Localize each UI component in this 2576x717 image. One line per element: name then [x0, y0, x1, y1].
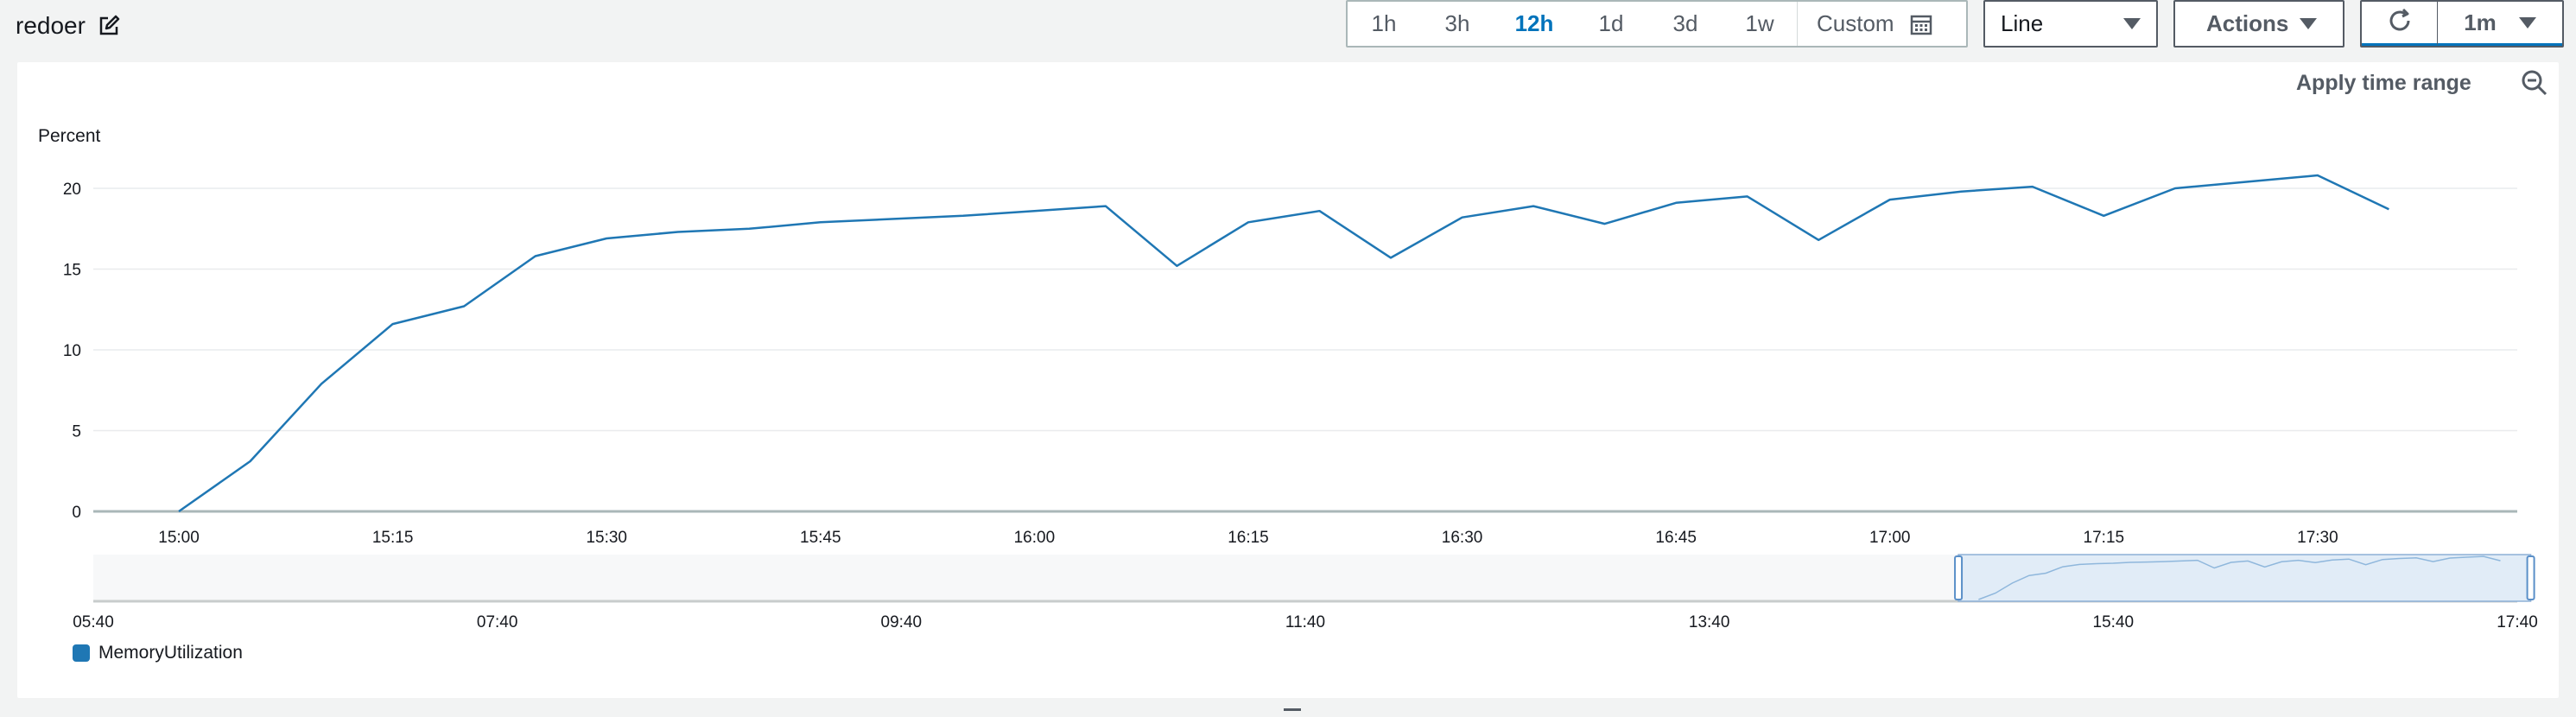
x-axis-ticks: 15:00 15:15 15:30 15:45 16:00 16:15 16:30 16:45…	[158, 529, 2338, 547]
x-tick-label: 16:00	[1014, 529, 1056, 547]
data-point[interactable]	[2383, 204, 2394, 214]
data-point[interactable]	[1742, 191, 1753, 201]
x-tick-label: 15:30	[586, 529, 627, 547]
data-point[interactable]	[2313, 170, 2323, 181]
x-tick-label: 17:15	[2084, 529, 2125, 547]
time-navigator[interactable]: 05:40 07:40 09:40 11:40 13:40 15:40 17:40	[73, 554, 2538, 631]
data-point[interactable]	[744, 224, 754, 234]
data-point[interactable]	[530, 251, 541, 262]
navigator-left-handle[interactable]	[1954, 555, 1964, 600]
data-point[interactable]	[1315, 206, 1325, 216]
data-point[interactable]	[2098, 211, 2109, 221]
data-point[interactable]	[174, 506, 184, 517]
y-tick-label: 0	[72, 504, 81, 522]
x-tick-label: 17:30	[2297, 529, 2338, 547]
series-layer	[174, 170, 2394, 517]
data-point[interactable]	[2170, 183, 2180, 194]
y-axis-ticks: 0 5 10 15 20	[63, 181, 81, 522]
data-point[interactable]	[2241, 177, 2251, 187]
data-point[interactable]	[1885, 194, 1895, 205]
y-axis-label: Percent	[38, 126, 101, 146]
data-point[interactable]	[1171, 261, 1182, 271]
series-line-memoryutilization	[178, 174, 2389, 513]
y-tick-label: 15	[63, 262, 81, 280]
y-tick-label: 10	[63, 342, 81, 360]
navigator-tick-label: 05:40	[73, 613, 114, 631]
data-point[interactable]	[815, 217, 826, 227]
x-tick-label: 16:15	[1228, 529, 1269, 547]
data-point[interactable]	[316, 378, 327, 389]
data-point[interactable]	[1029, 206, 1039, 216]
navigator-tick-label: 07:40	[477, 613, 518, 631]
data-point[interactable]	[245, 456, 256, 466]
y-tick-label: 5	[72, 423, 81, 441]
data-point[interactable]	[1528, 201, 1539, 212]
x-tick-label: 17:00	[1869, 529, 1911, 547]
data-point[interactable]	[1671, 198, 1681, 208]
navigator-tick-label: 11:40	[1285, 613, 1325, 631]
data-point[interactable]	[388, 319, 398, 329]
data-point[interactable]	[1386, 252, 1396, 263]
navigator-tick-label: 15:40	[2093, 613, 2135, 631]
navigator-right-handle[interactable]	[2526, 555, 2535, 600]
data-point[interactable]	[601, 233, 612, 244]
data-point[interactable]	[1813, 235, 1824, 245]
legend: MemoryUtilization	[73, 643, 243, 663]
x-tick-label: 16:30	[1442, 529, 1483, 547]
data-point[interactable]	[958, 211, 968, 221]
data-point[interactable]	[1457, 213, 1468, 223]
x-tick-label: 15:45	[800, 529, 841, 547]
navigator-tick-label: 13:40	[1689, 613, 1730, 631]
x-tick-label: 16:45	[1655, 529, 1697, 547]
data-point[interactable]	[2027, 181, 2038, 192]
x-tick-label: 15:00	[158, 529, 200, 547]
data-point[interactable]	[459, 301, 469, 312]
memory-utilization-chart: Percent 0 5 10 15 20 15:00 15:15 15:30 15:45 16:…	[38, 126, 2538, 631]
x-tick-label: 15:15	[372, 529, 414, 547]
navigator-tick-label: 17:40	[2497, 613, 2538, 631]
data-point[interactable]	[1600, 219, 1610, 229]
data-point[interactable]	[1956, 187, 1966, 197]
data-point[interactable]	[1101, 201, 1111, 212]
resize-handle[interactable]	[1284, 708, 1301, 711]
legend-swatch	[73, 644, 90, 662]
y-tick-label: 20	[63, 181, 81, 199]
navigator-tick-label: 09:40	[881, 613, 923, 631]
data-point[interactable]	[886, 214, 897, 225]
legend-label: MemoryUtilization	[98, 643, 243, 663]
grid	[93, 187, 2517, 513]
data-point[interactable]	[673, 226, 683, 237]
data-point[interactable]	[1243, 217, 1253, 227]
